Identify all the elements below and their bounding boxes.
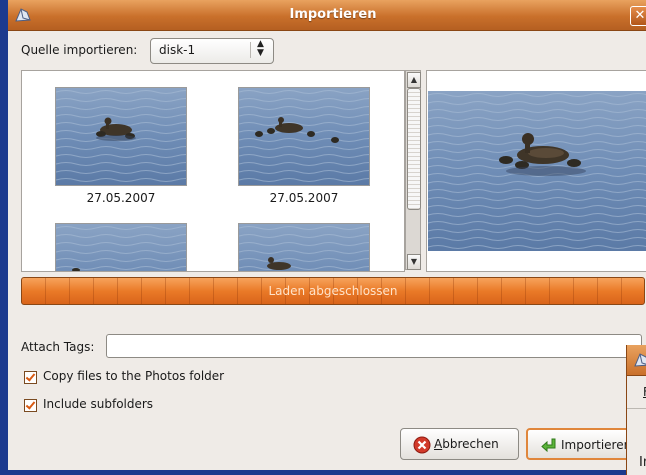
thumbnail-4[interactable]	[238, 223, 370, 271]
scroll-down-icon[interactable]: ▼	[407, 254, 421, 270]
preview-image	[428, 91, 646, 251]
scrollbar-thumb[interactable]	[407, 88, 421, 210]
thumbnail-scrollbar[interactable]: ▲ ▼	[405, 70, 421, 270]
source-combo[interactable]: disk-1 ▲ ▼	[150, 38, 274, 64]
import-label: Importieren	[561, 438, 632, 452]
thumbnail-2[interactable]	[238, 87, 370, 186]
background-window-text: In	[639, 455, 646, 470]
close-icon: ✕	[634, 8, 646, 23]
background-window-titlebar[interactable]	[627, 345, 646, 376]
source-value: disk-1	[159, 43, 196, 57]
cancel-label: Abbrechen	[434, 437, 499, 451]
menu-divider	[627, 408, 646, 409]
thumbnail-3-image	[56, 224, 186, 271]
import-dialog: Importieren ✕ Quelle importieren: disk-1…	[8, 0, 646, 475]
thumbnail-2-date: 27.05.2007	[269, 191, 339, 205]
thumbnail-1[interactable]	[55, 87, 187, 186]
thumbnail-1-image	[56, 88, 186, 185]
window-title: Importieren	[289, 7, 377, 22]
attach-tags-label: Attach Tags:	[21, 340, 95, 354]
thumbnail-2-image	[239, 88, 369, 185]
thumbnail-1-date: 27.05.2007	[86, 191, 156, 205]
import-arrow-icon	[541, 438, 556, 453]
f-spot-icon	[634, 353, 646, 367]
progress-bar: Laden abgeschlossen	[21, 277, 645, 305]
combo-arrows-icon: ▲ ▼	[257, 39, 264, 58]
progress-text: Laden abgeschlossen	[268, 284, 398, 298]
source-label: Quelle importieren:	[21, 43, 138, 57]
background-window[interactable]: Fi In	[626, 345, 646, 475]
scroll-up-icon[interactable]: ▲	[407, 72, 421, 88]
include-subfolders-label: Include subfolders	[43, 397, 154, 411]
include-subfolders-checkbox[interactable]	[24, 399, 37, 412]
close-button[interactable]: ✕	[630, 6, 646, 26]
cancel-icon	[413, 436, 431, 454]
cancel-button[interactable]: Abbrechen	[400, 428, 519, 460]
thumbnail-3[interactable]	[55, 223, 187, 271]
attach-tags-input[interactable]	[106, 334, 642, 358]
thumbnail-4-image	[239, 224, 369, 271]
thumbnail-grid[interactable]: 27.05.2007 27.05.2007	[21, 70, 405, 272]
title-bar[interactable]: Importieren ✕	[8, 0, 646, 31]
combo-separator	[250, 42, 251, 58]
copy-files-label: Copy files to the Photos folder	[43, 369, 225, 383]
copy-files-checkbox[interactable]	[24, 371, 37, 384]
photo-preview	[426, 70, 646, 272]
